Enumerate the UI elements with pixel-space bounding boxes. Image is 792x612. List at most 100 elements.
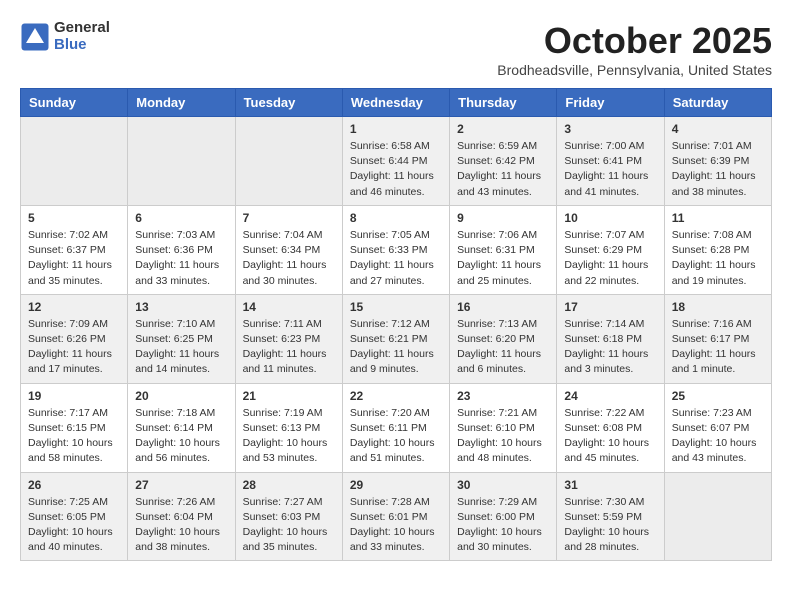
- calendar-day-cell: 21Sunrise: 7:19 AM Sunset: 6:13 PM Dayli…: [235, 383, 342, 472]
- day-info: Sunrise: 7:09 AM Sunset: 6:26 PM Dayligh…: [28, 317, 120, 378]
- weekday-header-tuesday: Tuesday: [235, 89, 342, 117]
- day-info: Sunrise: 7:14 AM Sunset: 6:18 PM Dayligh…: [564, 317, 656, 378]
- calendar-day-cell: 1 Sunrise: 6:58 AM Sunset: 6:44 PM Daylig…: [342, 117, 449, 206]
- calendar-table: SundayMondayTuesdayWednesdayThursdayFrid…: [20, 88, 772, 561]
- day-number: 25: [672, 389, 764, 403]
- day-info: Sunrise: 6:59 AM Sunset: 6:42 PM Dayligh…: [457, 139, 549, 200]
- logo-general: General: [54, 20, 110, 37]
- calendar-day-cell: 3Sunrise: 7:00 AM Sunset: 6:41 PM Daylig…: [557, 117, 664, 206]
- calendar-day-cell: [235, 117, 342, 206]
- title-block: October 2025 Brodheadsville, Pennsylvani…: [497, 20, 772, 78]
- calendar-day-cell: 28Sunrise: 7:27 AM Sunset: 6:03 PM Dayli…: [235, 472, 342, 561]
- calendar-body: 1 Sunrise: 6:58 AM Sunset: 6:44 PM Daylig…: [21, 117, 772, 561]
- calendar-day-cell: 20 Sunrise: 7:18 AM Sunset: 6:14 PM Dayli…: [128, 383, 235, 472]
- calendar-day-cell: 16Sunrise: 7:13 AM Sunset: 6:20 PM Dayli…: [450, 294, 557, 383]
- day-info: Sunrise: 7:29 AM Sunset: 6:00 PM Dayligh…: [457, 495, 549, 556]
- month-title: October 2025: [497, 20, 772, 62]
- day-number: 10: [564, 211, 656, 225]
- calendar-day-cell: 8 Sunrise: 7:05 AM Sunset: 6:33 PM Daylig…: [342, 205, 449, 294]
- day-info: Sunrise: 7:20 AM Sunset: 6:11 PM Dayligh…: [350, 406, 442, 467]
- calendar-week-row: 1 Sunrise: 6:58 AM Sunset: 6:44 PM Daylig…: [21, 117, 772, 206]
- calendar-day-cell: 30 Sunrise: 7:29 AM Sunset: 6:00 PM Dayli…: [450, 472, 557, 561]
- day-number: 16: [457, 300, 549, 314]
- day-number: 1: [350, 122, 442, 136]
- weekday-header-thursday: Thursday: [450, 89, 557, 117]
- day-info: Sunrise: 7:01 AM Sunset: 6:39 PM Dayligh…: [672, 139, 764, 200]
- weekday-header-monday: Monday: [128, 89, 235, 117]
- day-number: 5: [28, 211, 120, 225]
- day-info: Sunrise: 7:26 AM Sunset: 6:04 PM Dayligh…: [135, 495, 227, 556]
- calendar-day-cell: 2 Sunrise: 6:59 AM Sunset: 6:42 PM Daylig…: [450, 117, 557, 206]
- day-number: 29: [350, 478, 442, 492]
- day-info: Sunrise: 7:18 AM Sunset: 6:14 PM Dayligh…: [135, 406, 227, 467]
- day-number: 31: [564, 478, 656, 492]
- calendar-day-cell: [21, 117, 128, 206]
- calendar-day-cell: [664, 472, 771, 561]
- day-number: 21: [243, 389, 335, 403]
- calendar-day-cell: [128, 117, 235, 206]
- day-info: Sunrise: 7:25 AM Sunset: 6:05 PM Dayligh…: [28, 495, 120, 556]
- calendar-day-cell: 17 Sunrise: 7:14 AM Sunset: 6:18 PM Dayli…: [557, 294, 664, 383]
- day-info: Sunrise: 7:04 AM Sunset: 6:34 PM Dayligh…: [243, 228, 335, 289]
- day-info: Sunrise: 7:10 AM Sunset: 6:25 PM Dayligh…: [135, 317, 227, 378]
- page-header: General Blue October 2025 Brodheadsville…: [20, 20, 772, 78]
- calendar-day-cell: 18 Sunrise: 7:16 AM Sunset: 6:17 PM Dayli…: [664, 294, 771, 383]
- day-info: Sunrise: 7:07 AM Sunset: 6:29 PM Dayligh…: [564, 228, 656, 289]
- calendar-day-cell: 25 Sunrise: 7:23 AM Sunset: 6:07 PM Dayli…: [664, 383, 771, 472]
- calendar-day-cell: 26Sunrise: 7:25 AM Sunset: 6:05 PM Dayli…: [21, 472, 128, 561]
- day-info: Sunrise: 7:22 AM Sunset: 6:08 PM Dayligh…: [564, 406, 656, 467]
- calendar-day-cell: 10 Sunrise: 7:07 AM Sunset: 6:29 PM Dayli…: [557, 205, 664, 294]
- day-info: Sunrise: 7:23 AM Sunset: 6:07 PM Dayligh…: [672, 406, 764, 467]
- day-info: Sunrise: 7:06 AM Sunset: 6:31 PM Dayligh…: [457, 228, 549, 289]
- calendar-day-cell: 31 Sunrise: 7:30 AM Sunset: 5:59 PM Dayli…: [557, 472, 664, 561]
- day-number: 30: [457, 478, 549, 492]
- weekday-header-sunday: Sunday: [21, 89, 128, 117]
- day-number: 6: [135, 211, 227, 225]
- day-info: Sunrise: 7:16 AM Sunset: 6:17 PM Dayligh…: [672, 317, 764, 378]
- calendar-day-cell: 19Sunrise: 7:17 AM Sunset: 6:15 PM Dayli…: [21, 383, 128, 472]
- location: Brodheadsville, Pennsylvania, United Sta…: [497, 62, 772, 78]
- weekday-header-row: SundayMondayTuesdayWednesdayThursdayFrid…: [21, 89, 772, 117]
- day-number: 2: [457, 122, 549, 136]
- calendar-day-cell: 23 Sunrise: 7:21 AM Sunset: 6:10 PM Dayli…: [450, 383, 557, 472]
- day-info: Sunrise: 7:11 AM Sunset: 6:23 PM Dayligh…: [243, 317, 335, 378]
- day-number: 23: [457, 389, 549, 403]
- day-number: 22: [350, 389, 442, 403]
- calendar-week-row: 5 Sunrise: 7:02 AM Sunset: 6:37 PM Daylig…: [21, 205, 772, 294]
- day-info: Sunrise: 7:30 AM Sunset: 5:59 PM Dayligh…: [564, 495, 656, 556]
- calendar-week-row: 12 Sunrise: 7:09 AM Sunset: 6:26 PM Dayli…: [21, 294, 772, 383]
- day-info: Sunrise: 7:08 AM Sunset: 6:28 PM Dayligh…: [672, 228, 764, 289]
- calendar-day-cell: 4Sunrise: 7:01 AM Sunset: 6:39 PM Daylig…: [664, 117, 771, 206]
- day-number: 19: [28, 389, 120, 403]
- day-info: Sunrise: 7:28 AM Sunset: 6:01 PM Dayligh…: [350, 495, 442, 556]
- day-number: 28: [243, 478, 335, 492]
- calendar-day-cell: 11 Sunrise: 7:08 AM Sunset: 6:28 PM Dayli…: [664, 205, 771, 294]
- logo-text: General Blue: [54, 20, 110, 53]
- day-number: 18: [672, 300, 764, 314]
- calendar-day-cell: 22 Sunrise: 7:20 AM Sunset: 6:11 PM Dayli…: [342, 383, 449, 472]
- day-info: Sunrise: 7:05 AM Sunset: 6:33 PM Dayligh…: [350, 228, 442, 289]
- logo-icon: [20, 22, 50, 52]
- calendar-day-cell: 29 Sunrise: 7:28 AM Sunset: 6:01 PM Dayli…: [342, 472, 449, 561]
- day-number: 14: [243, 300, 335, 314]
- day-info: Sunrise: 7:21 AM Sunset: 6:10 PM Dayligh…: [457, 406, 549, 467]
- calendar-week-row: 19Sunrise: 7:17 AM Sunset: 6:15 PM Dayli…: [21, 383, 772, 472]
- day-number: 17: [564, 300, 656, 314]
- day-number: 9: [457, 211, 549, 225]
- day-number: 11: [672, 211, 764, 225]
- day-info: Sunrise: 7:03 AM Sunset: 6:36 PM Dayligh…: [135, 228, 227, 289]
- calendar-day-cell: 5 Sunrise: 7:02 AM Sunset: 6:37 PM Daylig…: [21, 205, 128, 294]
- day-number: 15: [350, 300, 442, 314]
- day-number: 13: [135, 300, 227, 314]
- calendar-header: SundayMondayTuesdayWednesdayThursdayFrid…: [21, 89, 772, 117]
- weekday-header-wednesday: Wednesday: [342, 89, 449, 117]
- weekday-header-friday: Friday: [557, 89, 664, 117]
- day-info: Sunrise: 6:58 AM Sunset: 6:44 PM Dayligh…: [350, 139, 442, 200]
- day-number: 20: [135, 389, 227, 403]
- logo: General Blue: [20, 20, 110, 53]
- day-number: 3: [564, 122, 656, 136]
- day-number: 8: [350, 211, 442, 225]
- day-info: Sunrise: 7:02 AM Sunset: 6:37 PM Dayligh…: [28, 228, 120, 289]
- calendar-day-cell: 12 Sunrise: 7:09 AM Sunset: 6:26 PM Dayli…: [21, 294, 128, 383]
- day-number: 12: [28, 300, 120, 314]
